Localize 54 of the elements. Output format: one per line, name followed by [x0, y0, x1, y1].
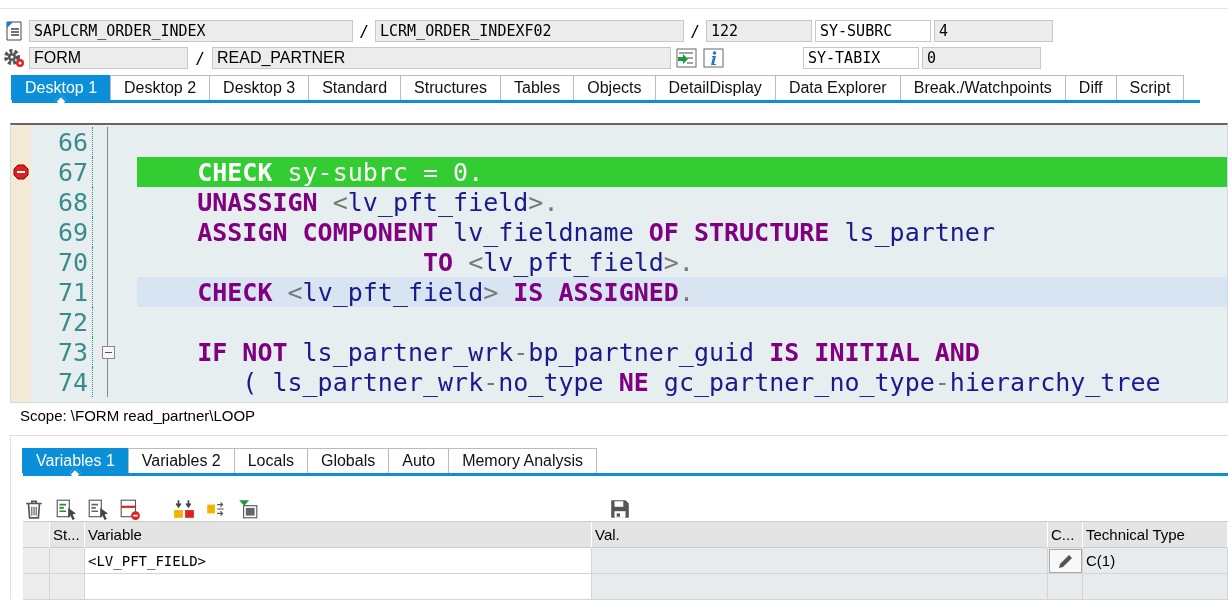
column-header[interactable]: Val. — [592, 522, 1048, 548]
separator: / — [358, 21, 370, 41]
collapse-toggle[interactable] — [101, 345, 115, 359]
line-number: 74 — [31, 367, 93, 397]
system-field-name: SY-SUBRC — [815, 20, 931, 42]
line-number: 71 — [31, 277, 93, 307]
table-cell — [50, 548, 85, 574]
column-header[interactable]: Variable — [85, 522, 592, 548]
column-header[interactable]: St... — [50, 522, 85, 548]
event-type-field: FORM — [29, 47, 188, 69]
code-line: IF NOT ls_partner_wrk-bp_partner_guid IS INITIAL AND — [196, 337, 981, 367]
gear-icon — [3, 48, 25, 68]
tab[interactable]: Desktop 2 — [110, 75, 211, 100]
tab[interactable]: Variables 2 — [127, 448, 235, 473]
line-number: 69 — [31, 217, 93, 247]
table-cell: <LV_PFT_FIELD> — [85, 548, 592, 574]
system-field-value: 4 — [934, 20, 1053, 42]
edit-button[interactable] — [1049, 548, 1082, 573]
list-cursor-icon[interactable] — [87, 498, 109, 520]
line-field: 122 — [706, 20, 812, 42]
include-field: LCRM_ORDER_INDEXF02 — [375, 20, 684, 42]
program-field: SAPLCRM_ORDER_INDEX — [29, 20, 353, 42]
separator: / — [689, 21, 701, 41]
column-header[interactable]: Technical Type — [1083, 522, 1228, 548]
document-icon — [4, 21, 24, 41]
table-cell: C(1) — [1083, 548, 1228, 574]
system-field-name: SY-TABIX — [803, 47, 919, 69]
line-number: 68 — [31, 187, 93, 217]
info-icon[interactable] — [702, 48, 724, 68]
header-cell — [23, 522, 50, 548]
tab[interactable]: Memory Analysis — [448, 448, 598, 473]
code-line: UNASSIGN <lv_pft_field>. — [196, 187, 560, 217]
tab[interactable]: Script — [1115, 75, 1185, 100]
filter-icon[interactable] — [237, 498, 259, 520]
line-number: 70 — [31, 247, 93, 277]
code-line: TO <lv_pft_field>. — [421, 247, 695, 277]
line-number: 72 — [31, 307, 93, 337]
system-field-value: 0 — [922, 47, 1041, 69]
line-number: 66 — [31, 127, 93, 157]
breakpoint-icon[interactable] — [13, 164, 29, 180]
code-line: ASSIGN COMPONENT lv_fieldname OF STRUCTURE ls_partner — [196, 217, 996, 247]
trash-icon[interactable] — [23, 498, 45, 520]
event-name-field: READ_PARTNER — [212, 47, 671, 69]
list-cursor-icon[interactable] — [55, 498, 77, 520]
separator: / — [194, 48, 206, 68]
column-header[interactable]: C... — [1048, 522, 1083, 548]
line-number: 67 — [31, 157, 93, 187]
delete-row-icon[interactable] — [119, 498, 141, 520]
scope-label: Scope: \FORM read_partner\LOOP — [20, 407, 256, 424]
save-icon[interactable] — [609, 498, 631, 520]
line-number: 73 — [31, 337, 93, 367]
merge-arrows-icon[interactable] — [173, 498, 195, 520]
code-line: ( ls_partner_wrk-no_type NE gc_partner_no_type-hierarchy_tree — [241, 367, 1162, 397]
table-cell — [50, 574, 85, 600]
